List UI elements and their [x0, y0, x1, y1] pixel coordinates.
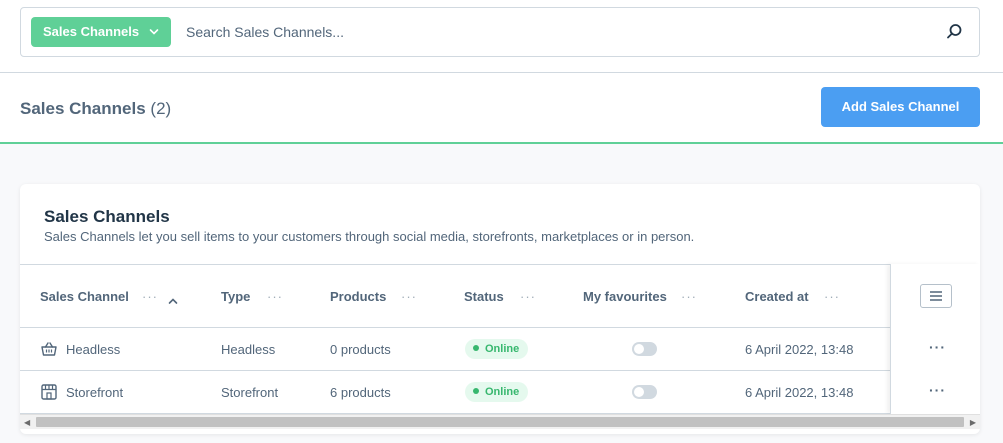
column-header-type[interactable]: Type	[221, 289, 250, 304]
column-header-my-favourites[interactable]: My favourites	[583, 289, 667, 304]
channel-name-link[interactable]: Headless	[66, 342, 120, 357]
channel-type: Storefront	[221, 385, 279, 400]
channel-products: 0 products	[330, 342, 391, 357]
storefront-icon	[40, 383, 58, 406]
column-header-status[interactable]: Status	[464, 289, 504, 304]
favourite-toggle[interactable]	[632, 342, 657, 356]
row-actions-button[interactable]: ···	[929, 339, 946, 355]
created-at: 6 April 2022, 13:48	[745, 385, 854, 400]
channel-name-link[interactable]: Storefront	[66, 385, 123, 400]
sales-channels-card: Sales Channels Sales Channels let you se…	[20, 184, 980, 434]
column-options-icon[interactable]: ···	[401, 289, 417, 304]
channel-type: Headless	[221, 342, 276, 357]
table-row[interactable]: Headless Headless 0 products Online 6 Ap…	[20, 328, 980, 371]
favourite-toggle[interactable]	[632, 385, 657, 399]
search-bar: Sales Channels	[20, 7, 980, 57]
column-options-icon[interactable]: ···	[142, 289, 158, 304]
created-at: 6 April 2022, 13:48	[745, 342, 854, 357]
sort-ascending-icon[interactable]	[168, 292, 178, 310]
column-header-products[interactable]: Products	[330, 289, 386, 304]
chevron-down-icon	[149, 17, 159, 47]
horizontal-scrollbar[interactable]: ◀ ▶	[20, 414, 980, 429]
channel-products: 6 products	[330, 385, 391, 400]
status-dot-icon	[473, 345, 479, 352]
column-options-icon[interactable]: ···	[681, 289, 697, 304]
search-input[interactable]	[186, 8, 886, 56]
column-header-created-at[interactable]: Created at	[745, 289, 809, 304]
table-header: Sales Channel ··· Type ··· Products ··· …	[20, 264, 980, 328]
scrollbar-thumb[interactable]	[36, 417, 964, 427]
add-sales-channel-button[interactable]: Add Sales Channel	[821, 87, 980, 127]
status-label: Online	[485, 386, 520, 398]
search-icon[interactable]	[946, 23, 963, 45]
scroll-right-icon[interactable]: ▶	[970, 418, 976, 427]
hamburger-icon	[930, 291, 942, 301]
status-badge: Online	[465, 339, 529, 359]
basket-icon	[40, 340, 58, 363]
status-dot-icon	[473, 388, 479, 395]
row-actions-button[interactable]: ···	[929, 382, 946, 398]
status-label: Online	[485, 343, 520, 355]
column-options-icon[interactable]: ···	[824, 289, 840, 304]
search-scope-label: Sales Channels	[43, 24, 140, 39]
column-header-sales-channel[interactable]: Sales Channel	[40, 289, 129, 304]
table-row[interactable]: Storefront Storefront 6 products Online …	[20, 371, 980, 414]
page-header: Sales Channels (2) Add Sales Channel	[0, 73, 1003, 144]
top-bar: Sales Channels	[0, 0, 1003, 73]
scroll-left-icon[interactable]: ◀	[24, 418, 30, 427]
page-title-text: Sales Channels	[20, 99, 146, 118]
column-settings-button[interactable]	[920, 284, 952, 308]
page-title: Sales Channels (2)	[20, 99, 171, 119]
search-scope-dropdown[interactable]: Sales Channels	[31, 17, 171, 47]
column-options-icon[interactable]: ···	[520, 289, 536, 304]
card-subtitle: Sales Channels let you sell items to you…	[44, 229, 695, 244]
page-title-count: (2)	[150, 99, 172, 118]
card-title: Sales Channels	[44, 207, 170, 226]
column-options-icon[interactable]: ···	[267, 289, 283, 304]
status-badge: Online	[465, 382, 529, 402]
